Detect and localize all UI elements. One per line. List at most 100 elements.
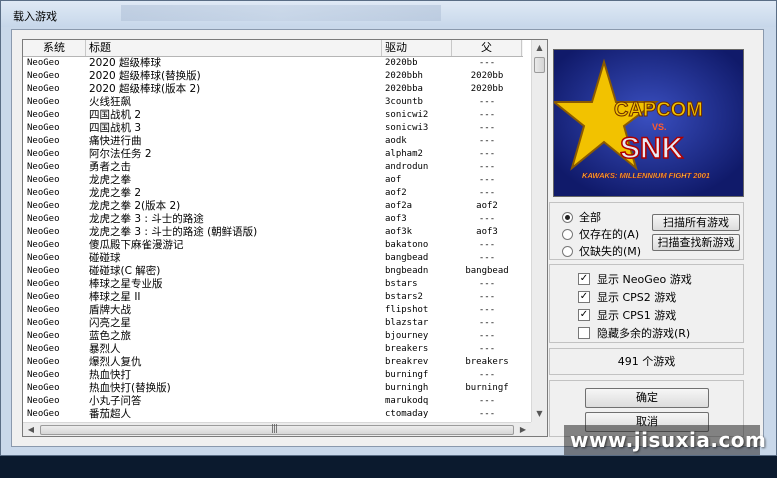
cell-parent: --- (478, 58, 496, 68)
table-row[interactable]: NeoGeo 棒球之星专业版 bstars --- (23, 278, 523, 291)
horizontal-scrollbar[interactable]: ◀ ||| ▶ (23, 422, 531, 436)
cell-title: 爆烈人复仇 (89, 356, 142, 368)
cell-system: NeoGeo (27, 201, 60, 211)
title-bar-blur (121, 5, 441, 21)
cell-title: 棒球之星专业版 (89, 278, 163, 290)
table-row[interactable]: NeoGeo 2020 超级棒球(替换版) 2020bbh 2020bb (23, 70, 523, 83)
cell-title: 傻瓜殿下麻雀漫游记 (89, 239, 184, 251)
cell-system: NeoGeo (27, 344, 60, 354)
title-bar[interactable]: 载入游戏 (1, 1, 776, 27)
cell-system: NeoGeo (27, 58, 60, 68)
radio-all[interactable]: 全部 (562, 209, 601, 225)
radio-missing-indicator[interactable] (562, 245, 573, 257)
scroll-right-icon[interactable]: ▶ (515, 423, 531, 436)
cell-title: 2020 超级棒球 (89, 57, 162, 69)
table-row[interactable]: NeoGeo 热血快打 burningf --- (23, 369, 523, 382)
cell-driver: 2020bbh (385, 71, 423, 81)
cell-title: 棒球之星 II (89, 291, 141, 303)
table-row[interactable]: NeoGeo 傻瓜殿下麻雀漫游记 bakatono --- (23, 239, 523, 252)
ok-button[interactable]: 确定 (585, 388, 709, 408)
scroll-down-icon[interactable]: ▼ (532, 406, 547, 422)
cell-parent: --- (478, 97, 496, 107)
cell-driver: bstars (385, 279, 418, 289)
column-header-title[interactable]: 标题 (86, 40, 382, 56)
display-options-group: ✓ 显示 NeoGeo 游戏 ✓ 显示 CPS2 游戏 ✓ 显示 CPS1 游戏… (549, 264, 744, 343)
scroll-up-icon[interactable]: ▲ (532, 40, 547, 56)
table-row[interactable]: NeoGeo 龙虎之拳 3 : 斗士的路途 aof3 --- (23, 213, 523, 226)
cell-parent: --- (478, 305, 496, 315)
cell-title: 勇者之击 (89, 161, 131, 173)
table-row[interactable]: NeoGeo 碰碰球(C 解密) bngbeadn bangbead (23, 265, 523, 278)
checkbox-hide-clones-box[interactable] (578, 327, 590, 339)
cell-parent: --- (478, 162, 496, 172)
cell-system: NeoGeo (27, 162, 60, 172)
scroll-corner (531, 422, 547, 436)
table-row[interactable]: NeoGeo 爆烈人复仇 breakrev breakers (23, 356, 523, 369)
table-row[interactable]: NeoGeo 碰碰球 bangbead --- (23, 252, 523, 265)
cell-title: 碰碰球(C 解密) (89, 265, 161, 277)
table-row[interactable]: NeoGeo 痛快进行曲 aodk --- (23, 135, 523, 148)
checkbox-show-cps1-box[interactable]: ✓ (578, 309, 590, 321)
cell-driver: ctomaday (385, 409, 429, 419)
cell-parent: --- (478, 331, 496, 341)
table-row[interactable]: NeoGeo 2020 超级棒球(版本 2) 2020bba 2020bb (23, 83, 523, 96)
vertical-scrollbar[interactable]: ▲ ▼ (531, 40, 547, 422)
radio-all-indicator[interactable] (562, 211, 573, 223)
scroll-left-icon[interactable]: ◀ (23, 423, 39, 436)
scan-all-games-button[interactable]: 扫描所有游戏 (652, 214, 740, 231)
checkbox-show-cps1[interactable]: ✓ 显示 CPS1 游戏 (578, 307, 676, 323)
cell-system: NeoGeo (27, 227, 60, 237)
radio-available-indicator[interactable] (562, 228, 573, 240)
table-row[interactable]: NeoGeo 龙虎之拳 2 aof2 --- (23, 187, 523, 200)
column-header-driver[interactable]: 驱动 (382, 40, 452, 56)
table-row[interactable]: NeoGeo 盾牌大战 flipshot --- (23, 304, 523, 317)
cell-parent: --- (478, 344, 496, 354)
game-list[interactable]: 系统 标题 驱动 父 NeoGeo 2020 超级棒球 2020bb --- NeoGe… (22, 39, 548, 437)
table-row[interactable]: NeoGeo 2020 超级棒球 2020bb --- (23, 57, 523, 70)
cell-parent: --- (478, 292, 496, 302)
cell-system: NeoGeo (27, 97, 60, 107)
logo-subtitle-text: KAWAKS: MILLENNIUM FIGHT 2001 (582, 171, 710, 180)
vertical-scroll-thumb[interactable] (534, 57, 545, 73)
table-row[interactable]: NeoGeo 四国战机 3 sonicwi3 --- (23, 122, 523, 135)
cell-driver: breakers (385, 344, 429, 354)
logo-vs-text: VS. (652, 122, 667, 132)
cell-system: NeoGeo (27, 318, 60, 328)
cell-system: NeoGeo (27, 175, 60, 185)
table-row[interactable]: NeoGeo 龙虎之拳 aof --- (23, 174, 523, 187)
table-row[interactable]: NeoGeo 棒球之星 II bstars2 --- (23, 291, 523, 304)
table-row[interactable]: NeoGeo 火线狂飙 3countb --- (23, 96, 523, 109)
horizontal-scroll-thumb[interactable]: ||| (40, 424, 514, 435)
cell-title: 2020 超级棒球(版本 2) (89, 83, 201, 95)
table-row[interactable]: NeoGeo 小丸子问答 marukodq --- (23, 395, 523, 408)
cell-system: NeoGeo (27, 279, 60, 289)
column-header-system[interactable]: 系统 (23, 40, 86, 56)
checkbox-hide-clones[interactable]: 隐藏多余的游戏(R) (578, 325, 690, 341)
checkbox-show-neogeo-box[interactable]: ✓ (578, 273, 590, 285)
table-row[interactable]: NeoGeo 暴烈人 breakers --- (23, 343, 523, 356)
cell-system: NeoGeo (27, 383, 60, 393)
table-row[interactable]: NeoGeo 龙虎之拳 3 : 斗士的路途 (朝鲜语版) aof3k aof3 (23, 226, 523, 239)
table-row[interactable]: NeoGeo 蓝色之旅 bjourney --- (23, 330, 523, 343)
checkbox-show-cps2[interactable]: ✓ 显示 CPS2 游戏 (578, 289, 676, 305)
cell-driver: bngbeadn (385, 266, 429, 276)
table-row[interactable]: NeoGeo 阿尔法任务 2 alpham2 --- (23, 148, 523, 161)
radio-available-only[interactable]: 仅存在的(A) (562, 226, 639, 242)
table-row[interactable]: NeoGeo 热血快打(替换版) burningh burningf (23, 382, 523, 395)
cell-parent: --- (478, 110, 496, 120)
radio-missing-only[interactable]: 仅缺失的(M) (562, 243, 641, 259)
table-row[interactable]: NeoGeo 闪亮之星 blazstar --- (23, 317, 523, 330)
cell-title: 蓝色之旅 (89, 330, 131, 342)
column-header-parent[interactable]: 父 (452, 40, 522, 56)
cell-parent: bangbead (465, 266, 509, 276)
checkbox-show-cps2-box[interactable]: ✓ (578, 291, 590, 303)
table-row[interactable]: NeoGeo 四国战机 2 sonicwi2 --- (23, 109, 523, 122)
table-row[interactable]: NeoGeo 龙虎之拳 2(版本 2) aof2a aof2 (23, 200, 523, 213)
cell-driver: aof2a (385, 201, 413, 211)
watermark-text: www.jisuxia.com (570, 428, 767, 452)
scan-new-games-button[interactable]: 扫描查找新游戏 (652, 234, 740, 251)
checkbox-show-neogeo[interactable]: ✓ 显示 NeoGeo 游戏 (578, 271, 692, 287)
cell-driver: flipshot (385, 305, 429, 315)
table-row[interactable]: NeoGeo 勇者之击 androdun --- (23, 161, 523, 174)
table-row[interactable]: NeoGeo 番茄超人 ctomaday --- (23, 408, 523, 421)
